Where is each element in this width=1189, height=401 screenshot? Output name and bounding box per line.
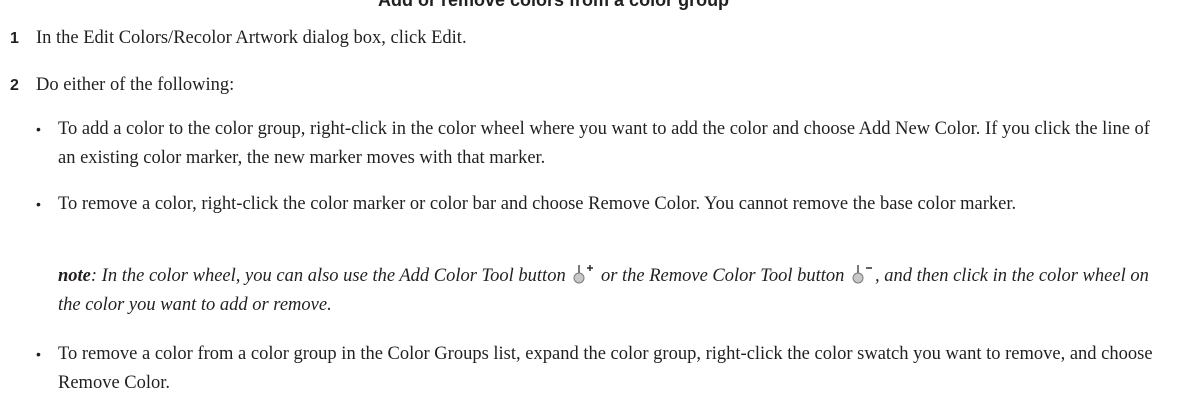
step-2: 2 Do either of the following: bbox=[10, 73, 234, 98]
step-text: Do either of the following: bbox=[36, 75, 235, 95]
step-1: 1 In the Edit Colors/Recolor Artwork dial… bbox=[10, 26, 467, 51]
add-color-tool-icon bbox=[572, 264, 594, 284]
section-heading-text: Add or remove colors from a color group bbox=[378, 0, 730, 10]
note-label: note bbox=[58, 266, 91, 286]
remove-color-tool-icon bbox=[851, 264, 873, 284]
step-number: 1 bbox=[10, 30, 19, 47]
bullet-icon: • bbox=[36, 196, 41, 212]
note-text-2: or the Remove Color Tool button bbox=[600, 266, 845, 286]
step-text: In the Edit Colors/Recolor Artwork dialo… bbox=[36, 28, 467, 48]
bullet-text: To remove a color from a color group in … bbox=[58, 344, 1153, 393]
bullet-text: To remove a color, right-click the color… bbox=[58, 194, 1017, 214]
bullet-item-add-color: • To add a color to the color group, rig… bbox=[36, 115, 1156, 173]
section-heading: Add or remove colors from a color group bbox=[0, 0, 1189, 14]
bullet-item-remove-color: • To remove a color, right-click the col… bbox=[36, 190, 1156, 219]
step-number: 2 bbox=[10, 77, 19, 94]
note-paragraph: note: In the color wheel, you can also u… bbox=[58, 262, 1168, 320]
bullet-text: To add a color to the color group, right… bbox=[58, 119, 1150, 168]
note-text-1: : In the color wheel, you can also use t… bbox=[90, 266, 566, 286]
bullet-item-remove-from-group: • To remove a color from a color group i… bbox=[36, 340, 1156, 398]
bullet-icon: • bbox=[36, 346, 41, 362]
bullet-icon: • bbox=[36, 121, 41, 137]
